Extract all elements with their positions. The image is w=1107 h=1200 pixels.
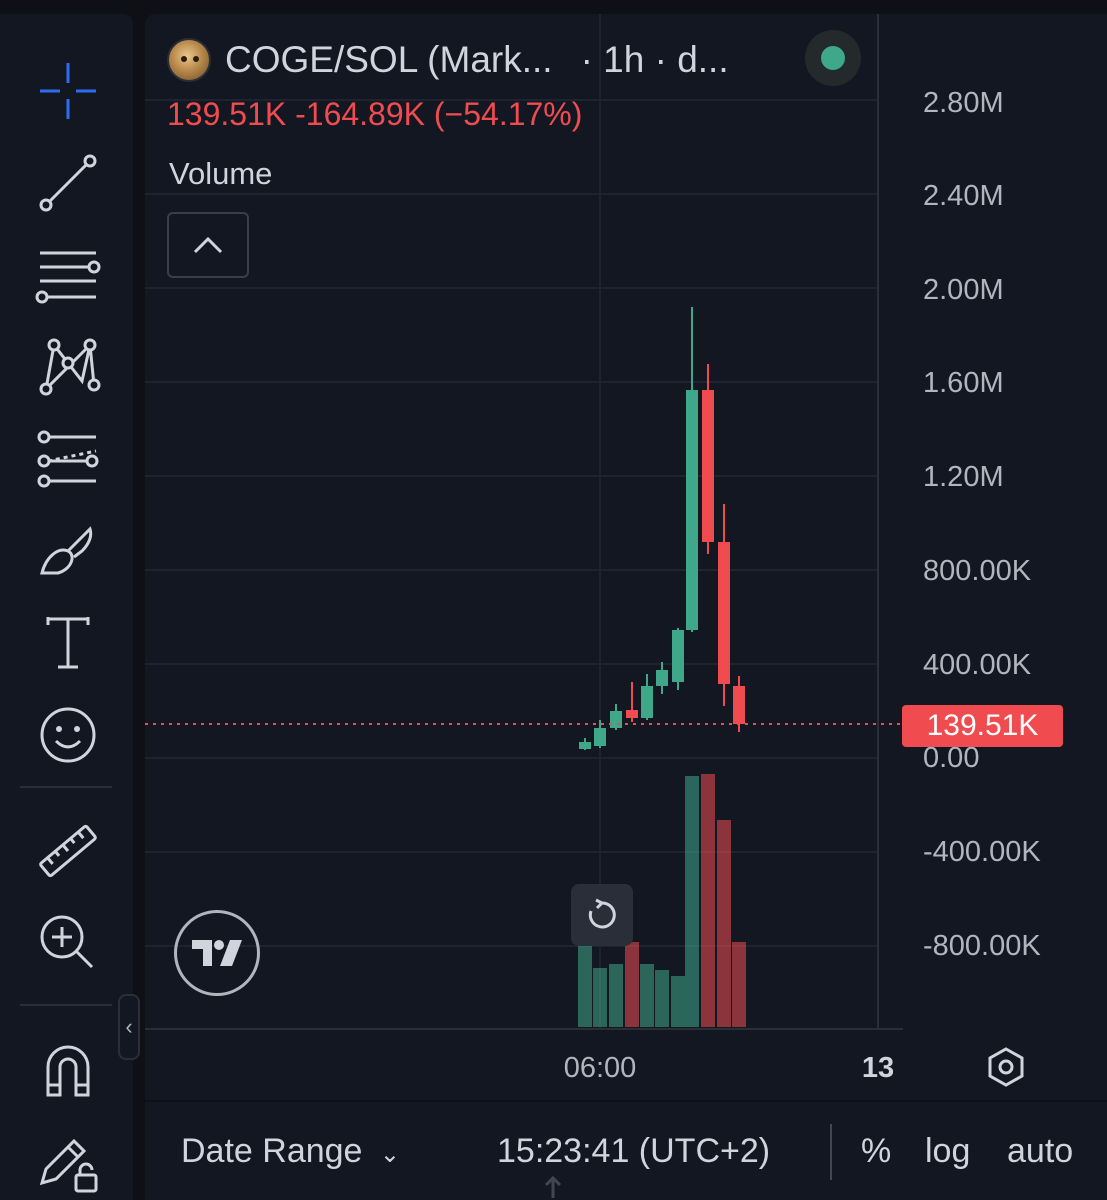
percent-scale-toggle[interactable]: % [861,1132,891,1171]
volume-bar [701,774,715,1027]
fib-retracement-icon [35,251,101,304]
tradingview-logo[interactable] [174,910,260,996]
log-scale-toggle[interactable]: log [925,1132,970,1171]
live-dot-icon [821,46,845,70]
bottom-bar-divider [830,1124,832,1180]
price-axis-label: 800.00K [923,555,1032,587]
price-axis-label: 2.40M [923,180,1004,212]
candle-body [733,686,745,724]
price-axis: 2.80M 2.40M 2.00M 1.60M 1.20M 800.00K 40… [923,87,1041,962]
candlestick-series [579,307,745,750]
volume-bar [671,976,685,1027]
token-avatar-icon [167,38,211,82]
interval-text[interactable]: · 1h · d... [581,39,729,81]
volume-indicator-label[interactable]: Volume [169,156,272,192]
last-price-label: 139.51K [902,705,1063,747]
candle-body [594,728,606,746]
market-status-indicator[interactable] [805,30,861,86]
zoom-in-tool[interactable] [28,908,108,978]
auto-scale-toggle[interactable]: auto [1007,1132,1073,1171]
candle-body [718,542,730,684]
volume-bar [578,942,592,1027]
volume-bar [685,776,699,1027]
emoji-icon [40,707,96,763]
brush-icon [40,526,93,575]
volume-bar [732,942,746,1027]
candle-body [702,390,714,542]
candle-body [672,630,684,682]
clock-timezone[interactable]: 15:23:41 (UTC+2) [497,1132,770,1171]
pattern-tool[interactable] [28,332,108,402]
toolbar-divider [20,786,112,788]
volume-bar [640,964,654,1027]
reset-icon [588,898,616,929]
zoom-in-icon [40,915,94,969]
price-axis-label: 400.00K [923,649,1032,681]
crosshair-icon [40,63,96,119]
candle-body [610,711,622,728]
candle-body [626,710,638,718]
bottom-toolbar: Date Range ⌄ 15:23:41 (UTC+2) % log auto [145,1102,1107,1200]
fib-retracement-tool[interactable] [28,240,108,310]
date-range-label: Date Range [181,1132,363,1170]
lock-drawing-icon [39,1138,98,1193]
pattern-icon [39,338,101,396]
candle-body [686,390,698,630]
text-tool[interactable] [28,608,108,678]
price-axis-label: 1.20M [923,461,1004,493]
text-icon [46,617,90,669]
trend-line-tool[interactable] [28,148,108,218]
price-axis-label: -800.00K [923,930,1041,962]
reset-chart-button[interactable] [571,884,633,946]
settings-hexagon-icon [988,1047,1024,1087]
brush-tool[interactable] [28,516,108,586]
tradingview-logo-icon [192,940,242,966]
candle-body [656,670,668,686]
lock-drawing-tool[interactable] [28,1126,108,1196]
toolbar-collapse-tab[interactable]: ‹ [118,994,140,1060]
chart-settings-button[interactable] [979,1042,1033,1092]
crosshair-tool[interactable] [28,56,108,126]
arrow-up-icon [544,1175,562,1198]
ruler-tool[interactable] [28,816,108,886]
prediction-icon [37,430,99,488]
price-axis-label: 2.80M [923,87,1004,119]
symbol-title[interactable]: COGE/SOL (Mark... [225,39,553,81]
chevron-up-icon [193,236,223,254]
prediction-tool[interactable] [28,424,108,494]
chevron-down-icon: ⌄ [379,1141,401,1168]
volume-bar [609,964,623,1027]
toolbar-divider [20,1004,112,1006]
volume-bar [593,968,607,1027]
candle-body [579,742,591,749]
magnet-tool[interactable] [28,1034,108,1104]
chevron-left-icon: ‹ [125,1014,133,1039]
magnet-icon [46,1045,90,1097]
symbol-legend: COGE/SOL (Mark... · 1h · d... [167,36,729,84]
price-axis-label: -400.00K [923,836,1041,868]
legend-collapse-button[interactable] [167,212,249,278]
time-axis-label: 13 [862,1052,894,1084]
price-axis-label: 2.00M [923,274,1004,306]
emoji-tool[interactable] [28,700,108,770]
volume-bar [655,970,669,1027]
price-axis-label: 1.60M [923,367,1004,399]
ohlc-values: 139.51K -164.89K (−54.17%) [167,96,583,132]
time-axis-label: 06:00 [564,1052,637,1084]
ruler-icon [39,824,97,878]
candle-body [641,686,653,718]
drawing-toolbar [0,14,133,1200]
trend-line-icon [39,154,97,212]
date-range-button[interactable]: Date Range ⌄ [181,1132,400,1171]
volume-bar [717,820,731,1027]
volume-bar [625,942,639,1027]
chart-panel[interactable]: 2.80M 2.40M 2.00M 1.60M 1.20M 800.00K 40… [145,14,1107,1100]
